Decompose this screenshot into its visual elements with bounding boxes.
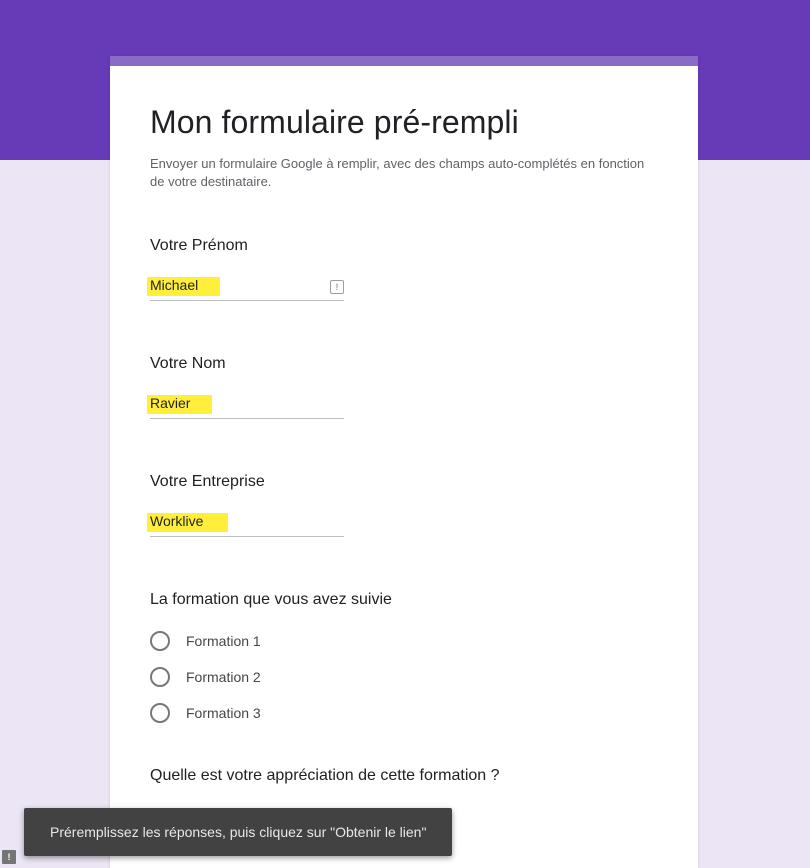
- input-entreprise-line[interactable]: [150, 513, 344, 537]
- question-prenom: Votre Prénom !: [150, 237, 658, 301]
- highlight: [147, 513, 228, 532]
- highlight: [147, 395, 212, 414]
- input-entreprise[interactable]: [150, 513, 225, 529]
- radio-icon: [150, 667, 170, 687]
- question-label: Votre Entreprise: [150, 473, 658, 491]
- question-label: Quelle est votre appréciation de cette f…: [150, 767, 658, 785]
- autofill-icon: !: [330, 280, 344, 294]
- radio-option[interactable]: Formation 2: [150, 667, 658, 687]
- radio-option[interactable]: Formation 1: [150, 631, 658, 651]
- question-label: Votre Prénom: [150, 237, 658, 255]
- radio-label: Formation 3: [186, 705, 261, 721]
- radio-icon: [150, 631, 170, 651]
- radio-label: Formation 1: [186, 633, 261, 649]
- input-nom[interactable]: [150, 395, 209, 411]
- help-tooltip: Préremplissez les réponses, puis cliquez…: [24, 808, 452, 856]
- question-formation: La formation que vous avez suivie Format…: [150, 591, 658, 723]
- radio-option[interactable]: Formation 3: [150, 703, 658, 723]
- highlight: [147, 277, 220, 296]
- question-entreprise: Votre Entreprise: [150, 473, 658, 537]
- input-nom-line[interactable]: [150, 395, 344, 419]
- form-title: Mon formulaire pré-rempli: [150, 104, 658, 141]
- form-description: Envoyer un formulaire Google à remplir, …: [150, 155, 658, 191]
- question-label: Votre Nom: [150, 355, 658, 373]
- input-prenom[interactable]: [150, 277, 217, 293]
- corner-alert-icon[interactable]: !: [2, 850, 16, 864]
- question-label: La formation que vous avez suivie: [150, 591, 658, 609]
- question-nom: Votre Nom: [150, 355, 658, 419]
- form-card: Mon formulaire pré-rempli Envoyer un for…: [110, 56, 698, 868]
- input-prenom-line[interactable]: !: [150, 277, 344, 301]
- radio-label: Formation 2: [186, 669, 261, 685]
- radio-icon: [150, 703, 170, 723]
